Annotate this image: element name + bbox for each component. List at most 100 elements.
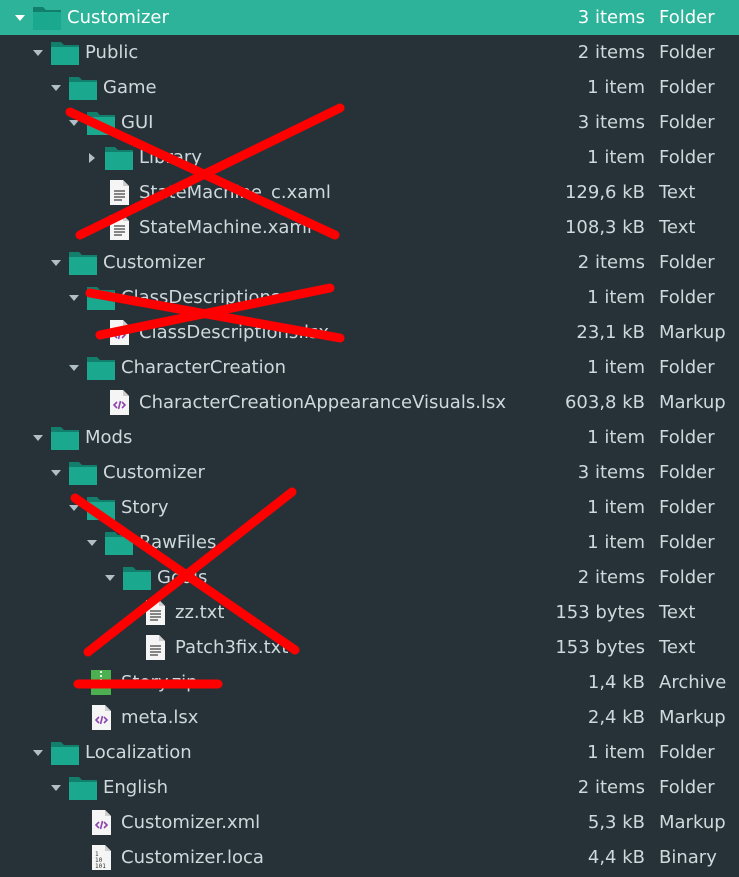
item-type: Archive — [659, 672, 727, 693]
folder-icon — [86, 494, 116, 521]
folder-row[interactable]: Customizer 2 items Folder — [0, 245, 739, 280]
folder-icon — [104, 529, 134, 556]
chevron-down-icon[interactable] — [30, 420, 46, 455]
item-name: Customizer — [103, 462, 205, 483]
file-row[interactable]: StateMachine.xaml 108,3 kB Text — [0, 210, 739, 245]
item-size: 129,6 kB — [564, 182, 645, 203]
item-size: 1 item — [587, 147, 645, 168]
item-type: Folder — [659, 42, 715, 63]
chevron-down-icon[interactable] — [48, 770, 64, 805]
folder-row[interactable]: ClassDescriptions 1 item Folder — [0, 280, 739, 315]
item-type: Binary — [659, 847, 717, 868]
file-row[interactable]: Customizer.xml 5,3 kB Markup — [0, 805, 739, 840]
item-size: 1 item — [587, 357, 645, 378]
item-size: 23,1 kB — [576, 322, 645, 343]
folder-row[interactable]: Goals 2 items Folder — [0, 560, 739, 595]
item-type: Folder — [659, 287, 715, 308]
file-row[interactable]: zz.txt 153 bytes Text — [0, 595, 739, 630]
item-size: 2,4 kB — [587, 707, 645, 728]
folder-icon — [68, 459, 98, 486]
item-name: RawFiles — [139, 532, 217, 553]
item-type: Markup — [659, 322, 726, 343]
folder-icon — [86, 109, 116, 136]
folder-row[interactable]: Customizer 3 items Folder — [0, 455, 739, 490]
item-name: Patch3fix.txt — [175, 637, 289, 658]
file-tree: Customizer 3 items Folder Public 2 items Fold… — [0, 0, 739, 877]
folder-row[interactable]: RawFiles 1 item Folder — [0, 525, 739, 560]
item-size: 603,8 kB — [564, 392, 645, 413]
folder-row[interactable]: Game 1 item Folder — [0, 70, 739, 105]
folder-row[interactable]: Mods 1 item Folder — [0, 420, 739, 455]
chevron-down-icon[interactable] — [30, 35, 46, 70]
item-type: Folder — [659, 777, 715, 798]
item-type: Folder — [659, 357, 715, 378]
markup-file-icon — [86, 704, 116, 731]
folder-row[interactable]: Localization 1 item Folder — [0, 735, 739, 770]
item-type: Folder — [659, 427, 715, 448]
file-row[interactable]: 1 10 101 Customizer.loca 4,4 kB Binary — [0, 840, 739, 875]
item-type: Folder — [659, 252, 715, 273]
item-name: Customizer.xml — [121, 812, 261, 833]
chevron-down-icon[interactable] — [66, 105, 82, 140]
item-type: Markup — [659, 392, 726, 413]
item-size: 3 items — [577, 7, 645, 28]
folder-icon — [50, 739, 80, 766]
file-row[interactable]: CharacterCreationAppearanceVisuals.lsx 60… — [0, 385, 739, 420]
item-size: 1 item — [587, 532, 645, 553]
item-size: 2 items — [577, 567, 645, 588]
item-name: Game — [103, 77, 157, 98]
item-size: 153 bytes — [555, 602, 645, 623]
folder-row[interactable]: Public 2 items Folder — [0, 35, 739, 70]
item-name: Library — [139, 147, 202, 168]
chevron-down-icon[interactable] — [12, 0, 28, 35]
item-name: Mods — [85, 427, 133, 448]
text-file-icon — [104, 214, 134, 241]
folder-icon — [86, 284, 116, 311]
item-size: 5,3 kB — [587, 812, 645, 833]
file-row[interactable]: StateMachine_c.xaml 129,6 kB Text — [0, 175, 739, 210]
chevron-right-icon[interactable] — [84, 140, 100, 175]
folder-row[interactable]: CharacterCreation 1 item Folder — [0, 350, 739, 385]
markup-file-icon — [104, 389, 134, 416]
item-size: 2 items — [577, 252, 645, 273]
item-type: Text — [659, 182, 696, 203]
item-type: Text — [659, 217, 696, 238]
file-row[interactable]: ClassDescriptions.lsx 23,1 kB Markup — [0, 315, 739, 350]
folder-icon — [68, 74, 98, 101]
item-size: 3 items — [577, 462, 645, 483]
folder-row[interactable]: Customizer 3 items Folder — [0, 0, 739, 35]
folder-row[interactable]: English 2 items Folder — [0, 770, 739, 805]
chevron-down-icon[interactable] — [66, 490, 82, 525]
item-type: Markup — [659, 707, 726, 728]
chevron-down-icon[interactable] — [66, 350, 82, 385]
folder-icon — [68, 249, 98, 276]
archive-file-icon — [86, 669, 116, 696]
chevron-down-icon[interactable] — [66, 280, 82, 315]
text-file-icon — [104, 179, 134, 206]
item-size: 2 items — [577, 42, 645, 63]
item-name: StateMachine_c.xaml — [139, 182, 331, 203]
folder-row[interactable]: Story 1 item Folder — [0, 490, 739, 525]
chevron-down-icon[interactable] — [102, 560, 118, 595]
file-row[interactable]: meta.lsx 2,4 kB Markup — [0, 700, 739, 735]
folder-row[interactable]: Library 1 item Folder — [0, 140, 739, 175]
item-type: Text — [659, 602, 696, 623]
folder-icon — [68, 774, 98, 801]
item-size: 1 item — [587, 287, 645, 308]
item-name: GUI — [121, 112, 154, 133]
item-type: Text — [659, 637, 696, 658]
item-type: Folder — [659, 567, 715, 588]
file-row[interactable]: Story.zip 1,4 kB Archive — [0, 665, 739, 700]
folder-icon — [50, 424, 80, 451]
chevron-down-icon[interactable] — [48, 455, 64, 490]
folder-row[interactable]: GUI 3 items Folder — [0, 105, 739, 140]
item-type: Folder — [659, 742, 715, 763]
item-name: ClassDescriptions.lsx — [139, 322, 330, 343]
chevron-down-icon[interactable] — [48, 70, 64, 105]
chevron-down-icon[interactable] — [48, 245, 64, 280]
item-name: Localization — [85, 742, 192, 763]
chevron-down-icon[interactable] — [30, 735, 46, 770]
item-size: 4,4 kB — [587, 847, 645, 868]
chevron-down-icon[interactable] — [84, 525, 100, 560]
file-row[interactable]: Patch3fix.txt 153 bytes Text — [0, 630, 739, 665]
